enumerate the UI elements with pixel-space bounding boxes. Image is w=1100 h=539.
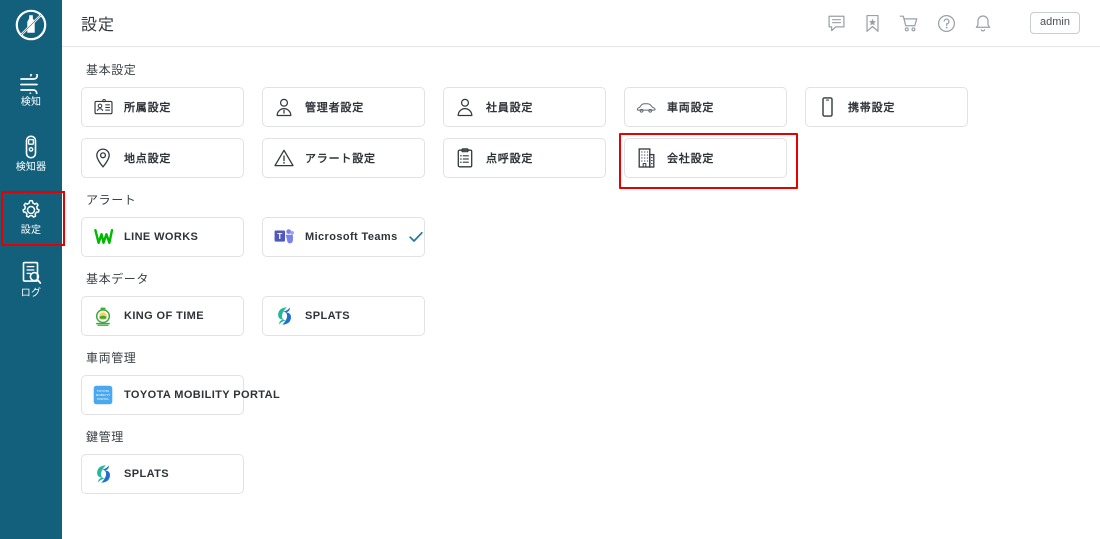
card-alert-settings[interactable]: アラート設定 bbox=[262, 138, 425, 178]
card-mobile-settings[interactable]: 携帯設定 bbox=[805, 87, 968, 127]
top-bar: 設定 admin bbox=[62, 0, 1100, 47]
card-label: Microsoft Teams bbox=[305, 231, 398, 243]
card-affiliation-settings[interactable]: 所属設定 bbox=[81, 87, 244, 127]
card-label: TOYOTA MOBILITY PORTAL bbox=[124, 389, 281, 401]
check-icon bbox=[408, 231, 423, 243]
wind-detect-icon bbox=[18, 71, 44, 98]
card-label: 点呼設定 bbox=[486, 153, 534, 165]
sidebar-item-label: ログ bbox=[20, 288, 42, 299]
clipboard-icon bbox=[455, 148, 475, 168]
section-title: 基本設定 bbox=[86, 63, 137, 77]
splats-logo bbox=[93, 464, 113, 484]
app-logo[interactable] bbox=[0, 0, 62, 50]
topbar-icon-group: admin bbox=[827, 12, 1080, 34]
king-of-time-logo bbox=[93, 307, 113, 326]
section-title: 鍵管理 bbox=[86, 430, 124, 444]
card-label: 地点設定 bbox=[124, 153, 172, 165]
card-location-settings[interactable]: 地点設定 bbox=[81, 138, 244, 178]
sidebar-item-settings[interactable]: 設定 bbox=[0, 191, 65, 246]
help-icon[interactable] bbox=[937, 14, 956, 33]
sidebar-item-log[interactable]: ログ bbox=[0, 255, 62, 305]
card-line-works[interactable]: LINE WORKS bbox=[81, 217, 244, 257]
card-splats-data[interactable]: SPLATS bbox=[262, 296, 425, 336]
map-pin-icon bbox=[93, 148, 113, 168]
user-icon bbox=[455, 98, 475, 117]
device-icon bbox=[21, 135, 41, 159]
toyota-mobility-logo: TOYOTA MOBILITY PORTAL bbox=[93, 385, 113, 405]
card-label: 車両設定 bbox=[667, 102, 715, 114]
card-label: 管理者設定 bbox=[305, 102, 364, 114]
cart-icon[interactable] bbox=[899, 14, 919, 33]
bell-icon[interactable] bbox=[974, 14, 992, 33]
section-title: 基本データ bbox=[86, 272, 150, 286]
ms-teams-logo: T bbox=[274, 228, 294, 246]
chat-icon[interactable] bbox=[827, 14, 846, 33]
sidebar-item-label: 検知 bbox=[20, 97, 42, 108]
card-company-settings[interactable]: 会社設定 bbox=[619, 133, 798, 189]
line-works-logo bbox=[93, 228, 113, 246]
smartphone-icon bbox=[817, 97, 837, 117]
admin-button[interactable]: admin bbox=[1030, 12, 1080, 34]
card-label: SPLATS bbox=[124, 468, 169, 480]
bookmark-icon[interactable] bbox=[864, 14, 881, 33]
section-alert: アラート LINE WORKS T Microsoft Teams bbox=[81, 191, 1100, 257]
warning-triangle-icon bbox=[274, 149, 294, 167]
section-title: 車両管理 bbox=[86, 351, 137, 365]
gear-icon bbox=[19, 198, 43, 222]
card-row: 地点設定 アラート設定 点呼設定 会社設定 bbox=[81, 133, 1100, 189]
sidebar: 検知 検知器 設定 ログ bbox=[0, 0, 65, 539]
card-label: 所属設定 bbox=[124, 102, 172, 114]
section-basic-data: 基本データ KING OF TIME SPLATS bbox=[81, 270, 1100, 336]
svg-text:T: T bbox=[277, 232, 282, 241]
card-row: TOYOTA MOBILITY PORTAL TOYOTA MOBILITY P… bbox=[81, 375, 1100, 415]
card-label: 携帯設定 bbox=[848, 102, 896, 114]
section-title: アラート bbox=[86, 193, 137, 207]
card-king-of-time[interactable]: KING OF TIME bbox=[81, 296, 244, 336]
card-label: 社員設定 bbox=[486, 102, 534, 114]
main-area: 設定 admin 基本設定 所属設定 管理者設定 社員設定 車両設定 携帯設定 … bbox=[62, 0, 1100, 539]
card-microsoft-teams[interactable]: T Microsoft Teams bbox=[262, 217, 425, 257]
car-icon bbox=[636, 101, 656, 114]
card-rollcall-settings[interactable]: 点呼設定 bbox=[443, 138, 606, 178]
card-row: LINE WORKS T Microsoft Teams bbox=[81, 217, 1100, 257]
card-row: SPLATS bbox=[81, 454, 1100, 494]
card-label: アラート設定 bbox=[305, 153, 376, 165]
sidebar-item-detector[interactable]: 検知器 bbox=[0, 129, 62, 179]
svg-text:PORTAL: PORTAL bbox=[97, 397, 109, 401]
card-administrator-settings[interactable]: 管理者設定 bbox=[262, 87, 425, 127]
log-document-icon bbox=[20, 261, 42, 285]
card-vehicle-settings[interactable]: 車両設定 bbox=[624, 87, 787, 127]
card-label: KING OF TIME bbox=[124, 310, 204, 322]
id-card-icon bbox=[93, 99, 113, 115]
sidebar-item-label: 検知器 bbox=[15, 162, 47, 173]
settings-content: 基本設定 所属設定 管理者設定 社員設定 車両設定 携帯設定 地点設定 アラート… bbox=[62, 47, 1100, 539]
card-label: LINE WORKS bbox=[124, 231, 199, 243]
card-employee-settings[interactable]: 社員設定 bbox=[443, 87, 606, 127]
section-vehicle-management: 車両管理 TOYOTA MOBILITY PORTAL TOYOTA MOBIL… bbox=[81, 349, 1100, 415]
card-row: 所属設定 管理者設定 社員設定 車両設定 携帯設定 bbox=[81, 87, 1100, 127]
section-basic-settings: 基本設定 所属設定 管理者設定 社員設定 車両設定 携帯設定 地点設定 アラート… bbox=[81, 61, 1100, 189]
card-toyota-mobility-portal[interactable]: TOYOTA MOBILITY PORTAL TOYOTA MOBILITY P… bbox=[81, 375, 280, 415]
section-key-management: 鍵管理 SPLATS bbox=[81, 428, 1100, 494]
card-row: KING OF TIME SPLATS bbox=[81, 296, 1100, 336]
sidebar-item-label: 設定 bbox=[20, 225, 42, 236]
page-title: 設定 bbox=[81, 17, 116, 34]
splats-logo bbox=[274, 306, 294, 326]
card-splats-key[interactable]: SPLATS bbox=[81, 454, 244, 494]
sidebar-nav: 検知 検知器 設定 ログ bbox=[0, 66, 65, 318]
admin-user-icon bbox=[274, 98, 294, 117]
no-alcohol-logo bbox=[15, 9, 47, 41]
card-label: 会社設定 bbox=[667, 153, 715, 165]
app-root: 検知 検知器 設定 ログ 設定 admin 基本設定 所属設定 管理者設定 社員… bbox=[0, 0, 1100, 539]
card-label: SPLATS bbox=[305, 310, 350, 322]
sidebar-item-detect[interactable]: 検知 bbox=[0, 66, 62, 116]
building-icon bbox=[636, 148, 656, 168]
